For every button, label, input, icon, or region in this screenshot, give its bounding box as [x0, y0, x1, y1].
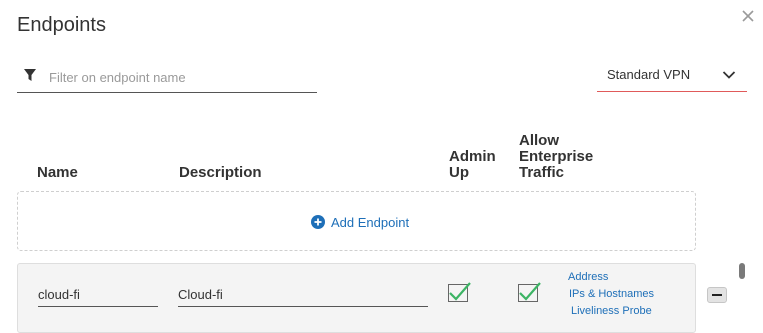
add-endpoint-button[interactable]: Add Endpoint: [311, 213, 409, 231]
column-header-allow-enterprise-traffic: Allow Enterprise Traffic: [519, 133, 619, 181]
filter-input[interactable]: [47, 65, 313, 89]
column-header-description: Description: [179, 164, 262, 181]
minus-icon: [712, 294, 722, 296]
column-header-allow-line: Allow: [519, 132, 559, 149]
column-header-name: Name: [37, 164, 78, 181]
column-header-allow-line: Traffic: [519, 164, 565, 181]
column-header-admin-up: Admin Up: [449, 149, 509, 181]
column-header-allow-line: Enterprise: [519, 148, 594, 165]
allow-enterprise-traffic-checkbox[interactable]: [516, 280, 542, 304]
admin-up-checkbox[interactable]: [446, 280, 472, 304]
dialog-title: Endpoints: [17, 14, 106, 36]
scrollbar-thumb[interactable]: [739, 263, 745, 279]
add-endpoint-label: Add Endpoint: [331, 214, 410, 230]
column-header-admin-up-line: Up: [449, 164, 469, 181]
address-link[interactable]: Address: [568, 271, 608, 283]
liveliness-probe-link[interactable]: Liveliness Probe: [571, 305, 652, 317]
endpoint-name-input[interactable]: [38, 285, 158, 307]
plus-circle-icon: [311, 215, 325, 229]
endpoint-filter: [17, 60, 317, 93]
column-header-admin-up-line: Admin: [449, 148, 496, 165]
remove-endpoint-button[interactable]: [707, 287, 727, 303]
vpn-type-select[interactable]: Standard VPN: [597, 60, 747, 92]
close-icon[interactable]: [741, 9, 755, 23]
filter-icon: [24, 69, 36, 81]
vpn-type-selected: Standard VPN: [607, 67, 691, 82]
endpoint-description-input[interactable]: [178, 285, 428, 307]
ips-hostnames-link[interactable]: IPs & Hostnames: [569, 288, 654, 300]
chevron-down-icon: [722, 71, 736, 79]
